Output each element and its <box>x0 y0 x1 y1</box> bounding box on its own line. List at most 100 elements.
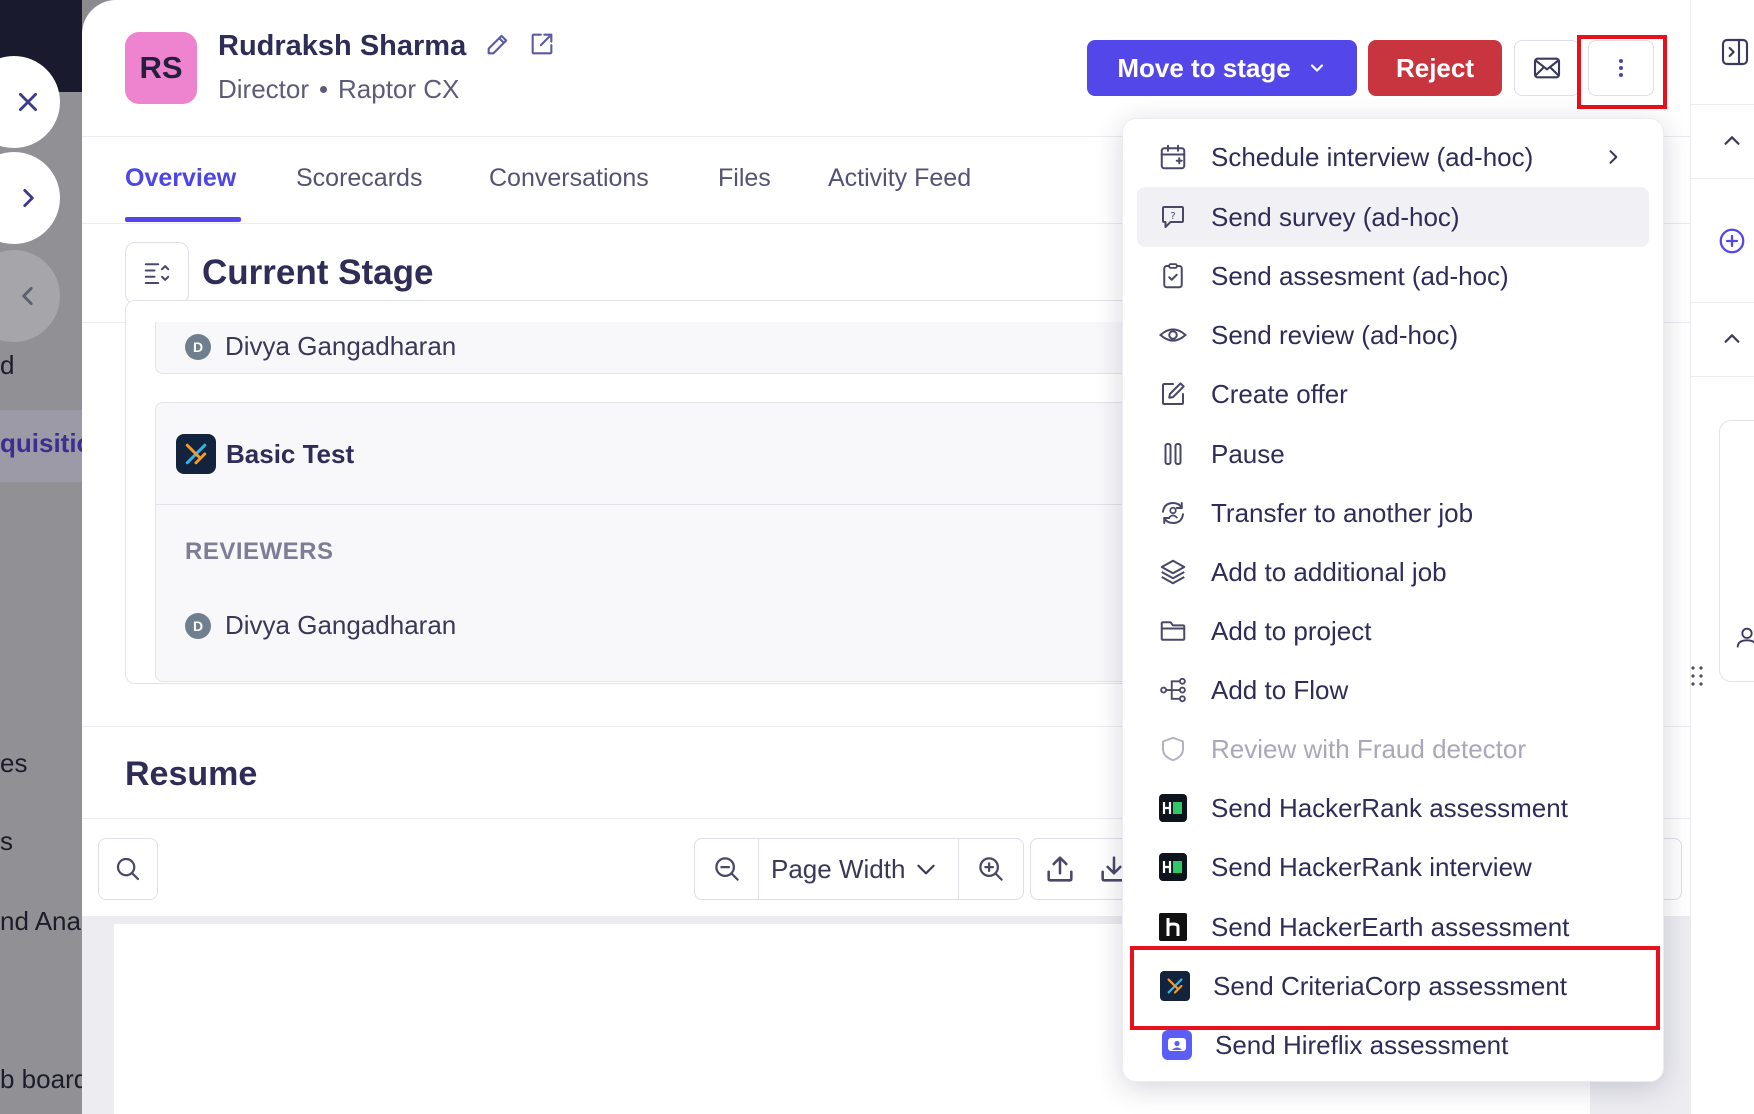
svg-text:?: ? <box>1170 211 1175 222</box>
menu-item-create-offer[interactable]: Create offer <box>1137 364 1649 424</box>
chevron-down-icon <box>1310 64 1323 72</box>
candidate-subtitle: Director Raptor CX <box>218 74 459 105</box>
resume-title: Resume <box>125 755 258 793</box>
zoom-controls: Page Width <box>694 838 1024 900</box>
candidate-title: Director <box>218 74 310 104</box>
background-nav-item[interactable]: b board <box>0 1064 82 1095</box>
zoom-out-icon <box>714 857 739 881</box>
background-nav-item[interactable]: d <box>0 350 14 381</box>
chevron-up-icon[interactable] <box>1721 328 1743 350</box>
survey-icon: ? <box>1162 206 1184 228</box>
current-stage-title: Current Stage <box>202 253 434 292</box>
menu-item-label: Add to Flow <box>1211 674 1349 705</box>
more-vertical-icon <box>1619 59 1623 77</box>
test-card-divider <box>156 504 1234 505</box>
menu-item-fraud-detector: Review with Fraud detector <box>1137 719 1649 779</box>
menu-item-label: Send assesment (ad-hoc) <box>1211 260 1509 291</box>
layers-icon <box>1160 559 1186 585</box>
menu-item-criteriacorp-assessment[interactable]: Send CriteriaCorp assessment <box>1137 956 1649 1016</box>
candidate-company[interactable]: Raptor CX <box>338 74 459 105</box>
menu-item-hackerrank-assessment[interactable]: Send HackerRank assessment <box>1137 778 1649 838</box>
tab-files[interactable]: Files <box>718 164 771 193</box>
separator-dot <box>320 86 328 93</box>
background-nav-item[interactable]: es <box>0 748 27 779</box>
more-actions-menu: Schedule interview (ad-hoc) ? Send surve… <box>1122 118 1664 1082</box>
hackerrank-logo-icon <box>1159 794 1187 822</box>
chevron-down-icon <box>917 864 936 875</box>
menu-item-hackerearth-assessment[interactable]: Send HackerEarth assessment <box>1137 897 1649 957</box>
menu-item-label: Review with Fraud detector <box>1211 733 1527 764</box>
menu-item-label: Send HackerRank assessment <box>1211 792 1568 823</box>
reviewers-label: REVIEWERS <box>185 538 334 565</box>
hireflix-logo-icon <box>1162 1030 1192 1060</box>
menu-item-add-to-project[interactable]: Add to project <box>1137 601 1649 661</box>
reviewer-name: Divya Gangadharan <box>225 610 457 640</box>
menu-item-label: Create offer <box>1211 378 1348 409</box>
tab-conversations[interactable]: Conversations <box>489 164 649 193</box>
tab-scorecards[interactable]: Scorecards <box>296 164 422 193</box>
menu-item-send-survey[interactable]: ? Send survey (ad-hoc) <box>1137 187 1649 247</box>
list-collapse-icon <box>144 263 170 284</box>
menu-item-send-assessment[interactable]: Send assesment (ad-hoc) <box>1137 246 1649 306</box>
menu-item-hackerrank-interview[interactable]: Send HackerRank interview <box>1137 837 1649 897</box>
user-icon <box>1736 627 1754 648</box>
flow-icon <box>1160 677 1186 703</box>
collapse-panel-icon[interactable] <box>1719 36 1751 68</box>
shield-icon <box>1162 736 1184 762</box>
zoom-in-button[interactable] <box>959 839 1023 899</box>
chevron-right-icon <box>1609 150 1618 164</box>
zoom-mode-value: Page Width <box>771 853 906 884</box>
menu-item-label: Send HackerRank interview <box>1211 851 1532 882</box>
menu-item-add-additional-job[interactable]: Add to additional job <box>1137 542 1649 602</box>
open-external-icon[interactable] <box>528 30 556 58</box>
right-panel-divider <box>1691 302 1754 303</box>
chevron-up-icon[interactable] <box>1721 130 1743 152</box>
zoom-in-icon <box>979 857 1003 881</box>
menu-item-pause[interactable]: Pause <box>1137 424 1649 484</box>
candidate-avatar: RS <box>125 32 197 104</box>
criteriacorp-logo-icon <box>1160 971 1190 1001</box>
menu-item-label: Add to additional job <box>1211 556 1447 587</box>
email-button[interactable] <box>1514 40 1580 96</box>
right-panel-divider <box>1691 376 1754 377</box>
menu-item-label: Schedule interview (ad-hoc) <box>1211 141 1534 172</box>
background-nav-item[interactable]: nd Anal <box>0 906 82 937</box>
background-nav-item[interactable]: s <box>0 826 13 857</box>
test-name: Basic Test <box>226 438 355 469</box>
search-icon <box>116 857 140 881</box>
menu-item-schedule-interview[interactable]: Schedule interview (ad-hoc) <box>1137 127 1649 187</box>
right-panel-divider <box>1691 178 1754 179</box>
tab-overview[interactable]: Overview <box>125 164 236 193</box>
reviewer-avatar: D <box>185 333 211 360</box>
tab-activity-feed[interactable]: Activity Feed <box>828 164 971 193</box>
hackerearth-logo-icon <box>1159 913 1187 941</box>
menu-item-transfer-job[interactable]: Transfer to another job <box>1137 483 1649 543</box>
zoom-mode-select[interactable]: Page Width <box>759 839 959 899</box>
menu-item-send-review[interactable]: Send review (ad-hoc) <box>1137 305 1649 365</box>
edit-name-icon[interactable] <box>484 30 512 58</box>
background-nav-item-active[interactable]: quisitic <box>0 428 82 459</box>
right-panel-divider <box>1691 104 1754 105</box>
resume-search-button[interactable] <box>98 838 158 900</box>
menu-item-hireflix-assessment[interactable]: Send Hireflix assessment <box>1137 1015 1649 1075</box>
menu-item-label: Send CriteriaCorp assessment <box>1213 970 1568 1001</box>
reject-button[interactable]: Reject <box>1368 40 1502 96</box>
upload-icon[interactable] <box>1043 852 1077 886</box>
mail-icon <box>1533 57 1561 79</box>
stage-toggle-button[interactable] <box>125 242 189 304</box>
zoom-out-button[interactable] <box>695 839 759 899</box>
drag-handle-icon[interactable] <box>1689 664 1705 688</box>
chevron-right-icon <box>23 189 34 207</box>
move-to-stage-button[interactable]: Move to stage <box>1087 40 1357 96</box>
menu-item-label: Transfer to another job <box>1211 497 1474 528</box>
chevron-left-icon <box>22 287 33 305</box>
add-circle-icon[interactable] <box>1717 226 1747 256</box>
reject-label: Reject <box>1395 52 1475 83</box>
test-title: Basic Test <box>176 434 354 474</box>
menu-item-add-to-flow[interactable]: Add to Flow <box>1137 660 1649 720</box>
right-side-panel <box>1690 0 1754 1114</box>
more-actions-button[interactable] <box>1588 40 1654 96</box>
edit-icon <box>1162 382 1185 405</box>
folder-icon <box>1160 621 1186 641</box>
candidate-name: Rudraksh Sharma <box>218 30 556 63</box>
